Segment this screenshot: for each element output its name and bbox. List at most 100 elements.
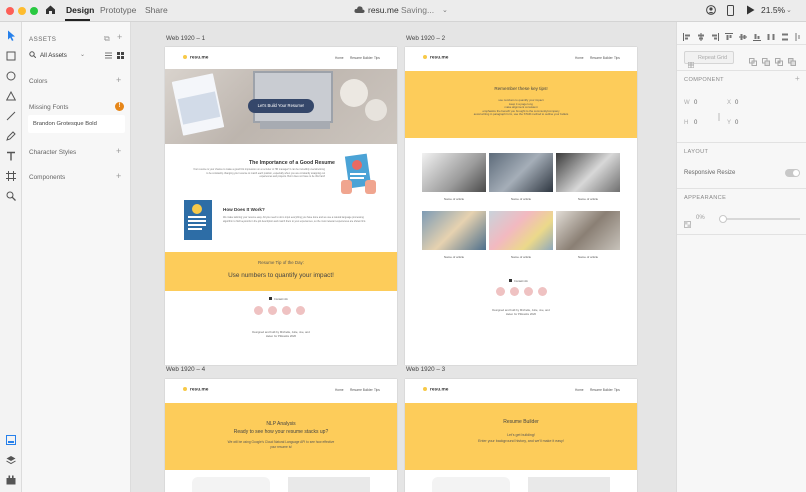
plugins-panel-icon[interactable] [4, 473, 18, 487]
colors-section[interactable]: Colors [29, 78, 47, 85]
artboard-web-1920-4[interactable]: resu.me Home Resume Builder Tips NLP Ana… [165, 379, 397, 492]
layers-panel-icon[interactable] [4, 453, 18, 467]
y-field[interactable]: 0 [735, 120, 738, 126]
social-link-4[interactable] [296, 306, 305, 315]
artboard-label-3[interactable]: Web 1920 – 3 [406, 366, 445, 373]
zoom-tool-icon[interactable] [4, 189, 18, 203]
article-caption-6[interactable]: Name of article [555, 255, 621, 259]
artboard-label-4[interactable]: Web 1920 – 4 [166, 366, 205, 373]
ellipse-tool-icon[interactable] [4, 69, 18, 83]
article-caption-5[interactable]: Name of article [488, 255, 554, 259]
add-component-icon[interactable]: + [116, 172, 121, 181]
minimize-window-button[interactable] [18, 7, 26, 15]
maximize-window-button[interactable] [30, 7, 38, 15]
boolean-intersect-icon[interactable] [775, 53, 783, 71]
nav-home[interactable]: Home [335, 388, 344, 392]
site-logo[interactable]: resu.me [183, 55, 208, 60]
zoom-chevron-icon[interactable]: ⌄ [786, 5, 792, 17]
builder-form-card[interactable] [432, 477, 510, 492]
tab-prototype[interactable]: Prototype [100, 5, 136, 15]
artboard-web-1920-2[interactable]: resu.me Home Resume Builder Tips Remembe… [405, 47, 637, 365]
opacity-value[interactable]: 0% [696, 215, 705, 221]
nav-resume-builder[interactable]: Resume Builder [590, 56, 613, 60]
article-caption-1[interactable]: Name of article [421, 197, 487, 201]
hero-cta-button[interactable]: Let's Build Your Resume! [248, 99, 314, 113]
article-image-5[interactable] [489, 211, 553, 250]
line-tool-icon[interactable] [4, 109, 18, 123]
width-field[interactable]: 0 [694, 100, 697, 106]
chevron-down-icon[interactable]: ⌄ [442, 5, 448, 17]
boolean-exclude-icon[interactable] [788, 53, 796, 71]
article-caption-2[interactable]: Name of article [488, 197, 554, 201]
social-link-3[interactable] [282, 306, 291, 315]
artboard-web-1920-1[interactable]: resu.me Home Resume Builder Tips Let's B… [165, 47, 397, 365]
social-link-2[interactable] [510, 287, 519, 296]
article-image-3[interactable] [556, 153, 620, 192]
nav-tips[interactable]: Tips [374, 388, 380, 392]
nav-tips[interactable]: Tips [614, 388, 620, 392]
select-tool-icon[interactable] [4, 28, 18, 42]
add-color-icon[interactable]: + [116, 76, 121, 85]
site-logo[interactable]: resu.me [183, 387, 208, 392]
social-link-3[interactable] [524, 287, 533, 296]
boolean-subtract-icon[interactable] [762, 53, 770, 71]
add-character-style-icon[interactable]: + [116, 147, 121, 156]
site-logo[interactable]: resu.me [423, 55, 448, 60]
nav-resume-builder[interactable]: Resume Builder [350, 56, 373, 60]
repeat-grid-button[interactable]: Repeat Grid [684, 51, 734, 69]
social-link-1[interactable] [496, 287, 505, 296]
nav-resume-builder[interactable]: Resume Builder [350, 388, 373, 392]
text-tool-icon[interactable] [4, 149, 18, 163]
social-link-1[interactable] [254, 306, 263, 315]
components-section[interactable]: Components [29, 174, 65, 181]
pen-tool-icon[interactable] [4, 129, 18, 143]
artboard-label-2[interactable]: Web 1920 – 2 [406, 35, 445, 42]
list-view-icon[interactable] [105, 52, 112, 61]
add-asset-icon[interactable]: + [117, 33, 122, 42]
home-icon[interactable] [45, 4, 56, 19]
missing-fonts-section[interactable]: Missing Fonts [29, 104, 68, 111]
lock-aspect-icon[interactable] [717, 108, 721, 126]
asset-filter-select[interactable]: All Assets [40, 52, 67, 59]
nav-resume-builder[interactable]: Resume Builder [590, 388, 613, 392]
filter-chevron-icon[interactable]: ⌄ [80, 51, 85, 60]
missing-font-item[interactable]: Brandon Grotesque Bold [28, 115, 125, 133]
artboard-label-1[interactable]: Web 1920 – 1 [166, 35, 205, 42]
add-component-state-icon[interactable]: + [795, 75, 800, 83]
library-icon[interactable]: ⧉ [104, 34, 110, 43]
boolean-add-icon[interactable] [749, 53, 757, 71]
canvas[interactable]: Web 1920 – 1 Web 1920 – 2 Web 1920 – 4 W… [131, 22, 676, 492]
user-avatar-icon[interactable] [706, 5, 716, 19]
zoom-level[interactable]: 21.5% [761, 5, 785, 15]
nav-home[interactable]: Home [335, 56, 344, 60]
rectangle-tool-icon[interactable] [4, 49, 18, 63]
opacity-slider[interactable] [719, 215, 800, 223]
device-preview-icon[interactable] [727, 5, 734, 20]
article-caption-4[interactable]: Name of article [421, 255, 487, 259]
document-title[interactable]: resu.me [368, 5, 399, 15]
character-styles-section[interactable]: Character Styles [29, 149, 76, 156]
assets-panel-icon[interactable] [4, 433, 18, 447]
article-image-1[interactable] [422, 153, 486, 192]
tab-share[interactable]: Share [145, 5, 168, 15]
search-icon[interactable] [29, 51, 37, 60]
article-caption-3[interactable]: Name of article [555, 197, 621, 201]
nav-home[interactable]: Home [575, 56, 584, 60]
social-link-2[interactable] [268, 306, 277, 315]
tab-design[interactable]: Design [66, 5, 94, 15]
article-image-2[interactable] [489, 153, 553, 192]
upload-card[interactable] [192, 477, 270, 492]
close-window-button[interactable] [6, 7, 14, 15]
nav-home[interactable]: Home [575, 388, 584, 392]
height-field[interactable]: 0 [694, 120, 697, 126]
artboard-tool-icon[interactable] [4, 169, 18, 183]
site-logo[interactable]: resu.me [423, 387, 448, 392]
polygon-tool-icon[interactable] [4, 89, 18, 103]
nav-tips[interactable]: Tips [614, 56, 620, 60]
opacity-slider-handle[interactable] [719, 215, 727, 223]
play-icon[interactable] [746, 5, 755, 19]
article-image-4[interactable] [422, 211, 486, 250]
x-field[interactable]: 0 [735, 100, 738, 106]
artboard-web-1920-3[interactable]: resu.me Home Resume Builder Tips Resume … [405, 379, 637, 492]
nav-tips[interactable]: Tips [374, 56, 380, 60]
